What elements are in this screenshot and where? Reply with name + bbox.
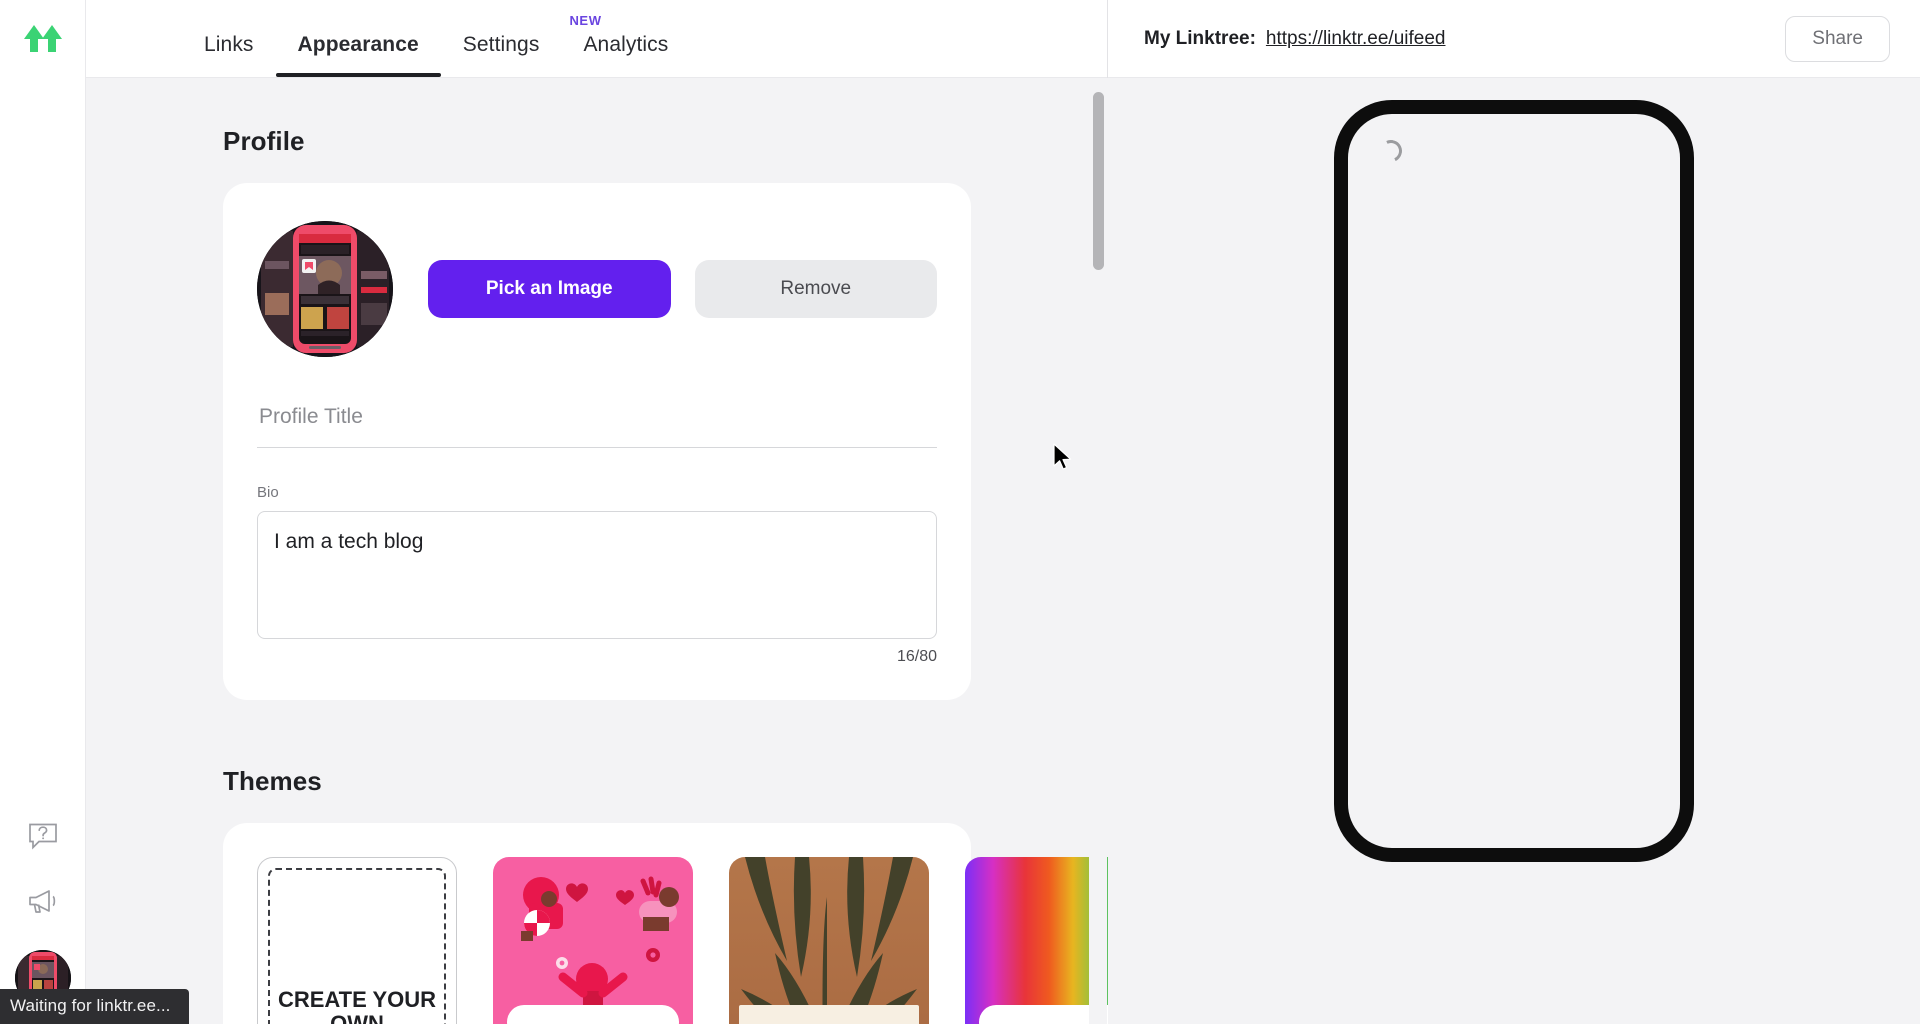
- tab-analytics-label: Analytics: [583, 33, 669, 56]
- profile-image-row: Pick an Image Remove: [257, 221, 937, 357]
- left-icon-rail: [0, 0, 86, 1024]
- tab-settings-label: Settings: [462, 33, 540, 56]
- theme-create-dashed-frame: CREATE YOUR OWN: [268, 868, 446, 1024]
- pick-an-image-button[interactable]: Pick an Image: [428, 260, 671, 318]
- tab-settings[interactable]: Settings: [441, 34, 562, 77]
- app-root: Links Appearance Settings NEW Analytics …: [0, 0, 1920, 1024]
- theme-pink-link-bar: [507, 1005, 679, 1024]
- rail-bottom-group: [0, 818, 86, 1006]
- theme-cell-pink: [493, 857, 693, 1024]
- linktree-logo-icon[interactable]: [21, 22, 65, 62]
- phone-preview-frame: [1334, 100, 1694, 862]
- theme-cell-brown: [729, 857, 929, 1024]
- editor-scrollbar-thumb[interactable]: [1093, 92, 1104, 270]
- tab-appearance[interactable]: Appearance: [275, 33, 441, 77]
- tab-links-label: Links: [204, 33, 254, 56]
- theme-brown-link-bar: [739, 1005, 919, 1024]
- bio-label: Bio: [257, 484, 279, 501]
- tab-appearance-label: Appearance: [297, 33, 419, 56]
- loading-spinner-icon: [1376, 136, 1406, 166]
- profile-section-title: Profile: [223, 126, 305, 156]
- bio-textarea[interactable]: [257, 511, 937, 639]
- theme-thumb-pink[interactable]: [493, 857, 693, 1024]
- themes-grid: CREATE YOUR OWN: [257, 857, 1108, 1024]
- remove-image-button[interactable]: Remove: [694, 260, 937, 318]
- profile-avatar[interactable]: [257, 221, 393, 357]
- themes-section-title: Themes: [223, 766, 322, 796]
- theme-thumb-create-your-own[interactable]: CREATE YOUR OWN: [257, 857, 457, 1024]
- share-button[interactable]: Share: [1785, 15, 1890, 62]
- editor-scrollbar-track[interactable]: [1089, 78, 1107, 1024]
- linktree-url-link[interactable]: https://linktr.ee/uifeed: [1266, 28, 1446, 50]
- editor-tabbar: Links Appearance Settings NEW Analytics: [86, 0, 1107, 78]
- preview-panel: My Linktree: https://linktr.ee/uifeed Sh…: [1108, 0, 1920, 1024]
- editor-panel: Links Appearance Settings NEW Analytics …: [86, 0, 1108, 1024]
- tab-analytics[interactable]: NEW Analytics: [561, 14, 690, 77]
- browser-status-bar: Waiting for linktr.ee...: [0, 989, 189, 1024]
- my-linktree-label: My Linktree:: [1144, 27, 1256, 49]
- megaphone-icon[interactable]: [26, 884, 60, 918]
- theme-cell-rainbow: [965, 857, 1108, 1024]
- tab-analytics-new-badge: NEW: [569, 13, 602, 28]
- theme-create-label: CREATE YOUR OWN: [277, 986, 437, 1024]
- editor-scroll-area: Profile Pick an Image Remove Profile Tit…: [86, 78, 1108, 1024]
- theme-cell-create-your-own: CREATE YOUR OWN: [257, 857, 457, 1024]
- bio-character-counter: 16/80: [896, 648, 937, 665]
- profile-card: Pick an Image Remove Bio 16/80: [223, 183, 971, 700]
- profile-title-input[interactable]: [257, 399, 937, 448]
- theme-thumb-rainbow[interactable]: [965, 857, 1108, 1024]
- help-speech-bubble-icon[interactable]: [26, 818, 60, 852]
- theme-thumb-brown[interactable]: [729, 857, 929, 1024]
- preview-topbar: My Linktree: https://linktr.ee/uifeed Sh…: [1108, 0, 1920, 78]
- tab-links[interactable]: Links: [182, 34, 276, 77]
- themes-card: CREATE YOUR OWN: [223, 823, 1108, 1024]
